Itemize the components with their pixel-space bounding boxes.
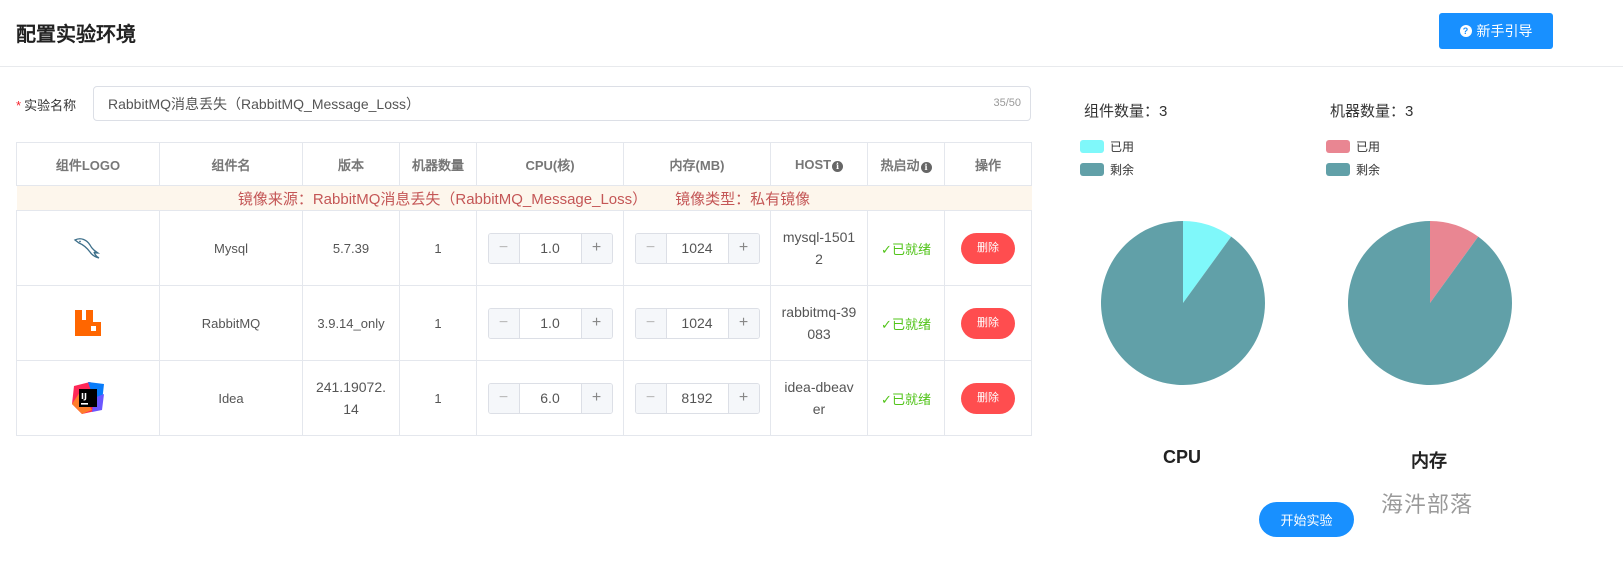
cpu-value[interactable]: 6.0 bbox=[520, 384, 581, 413]
legend-swatch bbox=[1080, 163, 1104, 176]
memory-chart-title: 内存 bbox=[1411, 451, 1447, 471]
memory-legend-used[interactable]: 已用 bbox=[1326, 138, 1380, 155]
mysql-logo-icon bbox=[73, 238, 101, 259]
col-name: 组件名 bbox=[159, 142, 303, 186]
hot-start-info-icon[interactable]: i bbox=[920, 161, 932, 173]
decrement-button[interactable]: − bbox=[488, 308, 520, 338]
start-experiment-button[interactable]: 开始实验 bbox=[1259, 502, 1354, 537]
increment-button[interactable]: + bbox=[727, 383, 759, 413]
image-type-text: 镜像类型：私有镜像 bbox=[675, 190, 811, 208]
memory-value[interactable]: 8192 bbox=[667, 384, 728, 413]
machine-count: 1 bbox=[399, 285, 477, 361]
component-version: 3.9.14_only bbox=[302, 285, 400, 361]
legend-swatch bbox=[1326, 163, 1350, 176]
required-asterisk: * bbox=[16, 98, 22, 113]
decrement-button[interactable]: − bbox=[635, 308, 667, 338]
component-name: Mysql bbox=[159, 210, 303, 286]
cpu-pie-chart bbox=[1101, 221, 1265, 385]
check-icon: ✓ bbox=[881, 391, 892, 407]
question-icon: ? bbox=[1459, 25, 1472, 37]
beginner-guide-button[interactable]: ? 新手引导 bbox=[1439, 13, 1553, 49]
cpu-stepper[interactable]: − 6.0 + bbox=[487, 382, 613, 414]
cpu-legend-used[interactable]: 已用 bbox=[1080, 138, 1134, 155]
experiment-name-label: * 实验名称 bbox=[16, 98, 77, 113]
delete-button[interactable]: 删除 bbox=[961, 382, 1015, 414]
cpu-value[interactable]: 1.0 bbox=[520, 234, 581, 263]
table-row: IJ Idea 241.19072.14 1 − 6.0 + − 8192 + … bbox=[16, 360, 1032, 436]
memory-stepper[interactable]: − 1024 + bbox=[634, 232, 760, 264]
component-count: 组件数量：3 bbox=[1084, 103, 1168, 120]
component-version: 5.7.39 bbox=[302, 210, 400, 286]
host-name: mysql-15012 bbox=[782, 229, 856, 267]
col-version: 版本 bbox=[302, 142, 400, 186]
memory-value[interactable]: 1024 bbox=[667, 309, 728, 338]
col-logo: 组件LOGO bbox=[16, 142, 160, 186]
col-host: HOST i bbox=[770, 142, 868, 186]
memory-stepper[interactable]: − 8192 + bbox=[634, 382, 760, 414]
machine-count: 1 bbox=[399, 210, 477, 286]
intellij-idea-logo-icon: IJ bbox=[72, 382, 104, 414]
cpu-chart-title: CPU bbox=[1162, 447, 1201, 467]
page: 配置实验环境 ? 新手引导 *实验名称 35/50 组件LOGO 组件名 版本 … bbox=[0, 0, 1623, 566]
memory-legend-remaining[interactable]: 剩余 bbox=[1326, 161, 1380, 178]
decrement-button[interactable]: − bbox=[635, 383, 667, 413]
cpu-stepper[interactable]: − 1.0 + bbox=[487, 307, 613, 339]
component-name: RabbitMQ bbox=[159, 285, 303, 361]
legend-swatch bbox=[1080, 140, 1104, 153]
experiment-name-input[interactable] bbox=[93, 86, 1031, 121]
memory-pie-chart bbox=[1348, 221, 1512, 385]
memory-value[interactable]: 1024 bbox=[667, 234, 728, 263]
cpu-legend-remaining[interactable]: 剩余 bbox=[1080, 161, 1134, 178]
host-info-icon[interactable]: i bbox=[832, 160, 844, 172]
guide-button-label: 新手引导 bbox=[1476, 23, 1533, 39]
pie-slice-remaining[interactable] bbox=[1101, 221, 1265, 385]
increment-button[interactable]: + bbox=[580, 383, 612, 413]
delete-button[interactable]: 删除 bbox=[961, 232, 1015, 264]
increment-button[interactable]: + bbox=[727, 308, 759, 338]
page-title: 配置实验环境 bbox=[16, 22, 136, 46]
image-source-row: 镜像来源：RabbitMQ消息丢失（RabbitMQ_Message_Loss）… bbox=[16, 185, 1032, 211]
status-ready: ✓已就绪 bbox=[881, 316, 931, 332]
host-name: rabbitmq-39083 bbox=[781, 304, 857, 342]
decrement-button[interactable]: − bbox=[488, 233, 520, 263]
cpu-stepper[interactable]: − 1.0 + bbox=[487, 232, 613, 264]
check-icon: ✓ bbox=[881, 316, 892, 332]
increment-button[interactable]: + bbox=[580, 308, 612, 338]
memory-stepper[interactable]: − 1024 + bbox=[634, 307, 760, 339]
image-source-text: 镜像来源：RabbitMQ消息丢失（RabbitMQ_Message_Loss） bbox=[237, 190, 648, 208]
increment-button[interactable]: + bbox=[580, 233, 612, 263]
component-version: 241.19072.14 bbox=[315, 379, 387, 417]
status-ready: ✓已就绪 bbox=[881, 241, 931, 257]
pie-slice-remaining[interactable] bbox=[1348, 221, 1512, 385]
legend-swatch bbox=[1326, 140, 1350, 153]
machine-count-summary: 机器数量：3 bbox=[1330, 103, 1414, 120]
cpu-value[interactable]: 1.0 bbox=[520, 309, 581, 338]
col-hot-start: 热启动 i bbox=[867, 142, 945, 186]
rabbitmq-logo-icon bbox=[75, 310, 101, 336]
increment-button[interactable]: + bbox=[727, 233, 759, 263]
col-memory: 内存(MB) bbox=[623, 142, 771, 186]
svg-text:IJ: IJ bbox=[81, 392, 87, 401]
host-name: idea-dbeaver bbox=[784, 379, 854, 417]
component-table: 组件LOGO 组件名 版本 机器数量 CPU(核) 内存(MB) HOST i 热… bbox=[16, 142, 1032, 436]
component-name: Idea bbox=[159, 360, 303, 436]
col-cpu: CPU(核) bbox=[476, 142, 624, 186]
status-ready: ✓已就绪 bbox=[881, 391, 931, 407]
table-header-row: 组件LOGO 组件名 版本 机器数量 CPU(核) 内存(MB) HOST i 热… bbox=[16, 142, 1032, 186]
check-icon: ✓ bbox=[881, 241, 892, 257]
decrement-button[interactable]: − bbox=[635, 233, 667, 263]
char-count: 35/50 bbox=[993, 97, 1021, 109]
col-action: 操作 bbox=[944, 142, 1032, 186]
header: 配置实验环境 ? 新手引导 bbox=[0, 0, 1623, 67]
machine-count: 1 bbox=[399, 360, 477, 436]
table-row: Mysql 5.7.39 1 − 1.0 + − 1024 + mysql-15… bbox=[16, 210, 1032, 286]
delete-button[interactable]: 删除 bbox=[961, 307, 1015, 339]
col-machines: 机器数量 bbox=[399, 142, 477, 186]
decrement-button[interactable]: − bbox=[488, 383, 520, 413]
watermark: 海汼部落 bbox=[1381, 493, 1474, 518]
table-row: RabbitMQ 3.9.14_only 1 − 1.0 + − 1024 + bbox=[16, 285, 1032, 361]
experiment-name-row: *实验名称 35/50 bbox=[16, 86, 1031, 121]
